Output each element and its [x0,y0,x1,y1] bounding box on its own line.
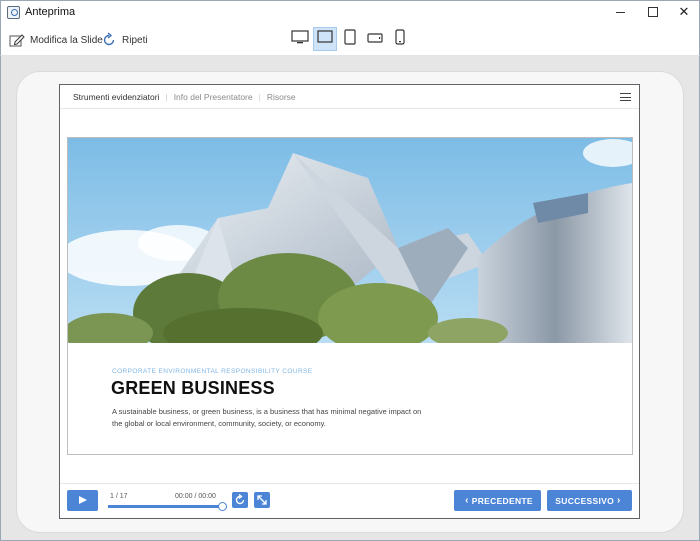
repeat-icon [101,32,117,48]
device-phone-landscape-button[interactable] [363,27,387,51]
slide-counter: 1 / 17 [110,493,128,500]
desktop-icon [291,29,309,49]
phone-portrait-icon [395,28,405,50]
edit-slide-label: Modifica la Slide [30,34,103,46]
window-title: Anteprima [25,6,76,18]
chevron-right-icon: › [617,495,621,506]
nav-tab-highlighter-tools[interactable]: Strumenti evidenziatori [73,92,159,102]
preview-app-icon [7,6,20,19]
close-button[interactable]: ✕ [667,1,700,23]
next-label: SUCCESSIVO [555,495,615,506]
nav-tab-resources[interactable]: Risorse [267,92,296,102]
course-label: CORPORATE ENVIRONMENTAL RESPONSIBILITY C… [112,368,313,375]
phone-landscape-icon [367,30,383,48]
preview-toolbar: Modifica la Slide Ripeti [0,24,700,56]
player-top-nav: Strumenti evidenziatori | Info del Prese… [60,85,639,109]
device-phone-portrait-button[interactable] [388,27,412,51]
hero-building-image [68,138,632,343]
replay-button[interactable] [232,492,248,508]
fullscreen-icon [257,495,267,505]
device-desktop-button[interactable] [288,27,312,51]
device-tablet-portrait-button[interactable] [338,27,362,51]
play-button[interactable] [67,490,98,511]
edit-slide-button[interactable]: Modifica la Slide [9,31,103,49]
player-screen: Strumenti evidenziatori | Info del Prese… [59,84,640,519]
maximize-button[interactable] [636,1,670,23]
window-titlebar: Anteprima ✕ [0,0,700,24]
slide-content: CORPORATE ENVIRONMENTAL RESPONSIBILITY C… [67,137,633,455]
device-tablet-landscape-button[interactable] [313,27,337,51]
progress-handle[interactable] [218,502,227,511]
repeat-button[interactable]: Ripeti [101,31,148,49]
slide-description: A sustainable business, or green busines… [112,407,422,428]
menu-icon[interactable] [620,93,631,101]
tablet-portrait-icon [344,28,356,50]
fullscreen-button[interactable] [254,492,270,508]
edit-slide-icon [9,32,25,48]
previous-button[interactable]: ‹ PRECEDENTE [454,490,541,511]
time-display: 00:00 / 00:00 [175,493,216,500]
nav-tab-presenter-info[interactable]: Info del Presentatore [174,92,253,102]
progress-bar[interactable] [108,505,222,508]
minimize-button[interactable] [604,1,638,23]
player-controls: 1 / 17 00:00 / 00:00 ‹ PRECEDENTE SUCCES… [60,483,639,519]
nav-separator: | [258,91,261,102]
previous-label: PRECEDENTE [471,495,533,506]
next-button[interactable]: SUCCESSIVO › [547,490,632,511]
replay-icon [235,493,245,505]
tablet-landscape-icon [317,30,333,48]
nav-separator: | [165,91,168,102]
progress-fill [108,505,222,508]
slide-title: GREEN BUSINESS [111,378,275,398]
repeat-label: Ripeti [122,34,148,46]
chevron-left-icon: ‹ [465,495,469,506]
